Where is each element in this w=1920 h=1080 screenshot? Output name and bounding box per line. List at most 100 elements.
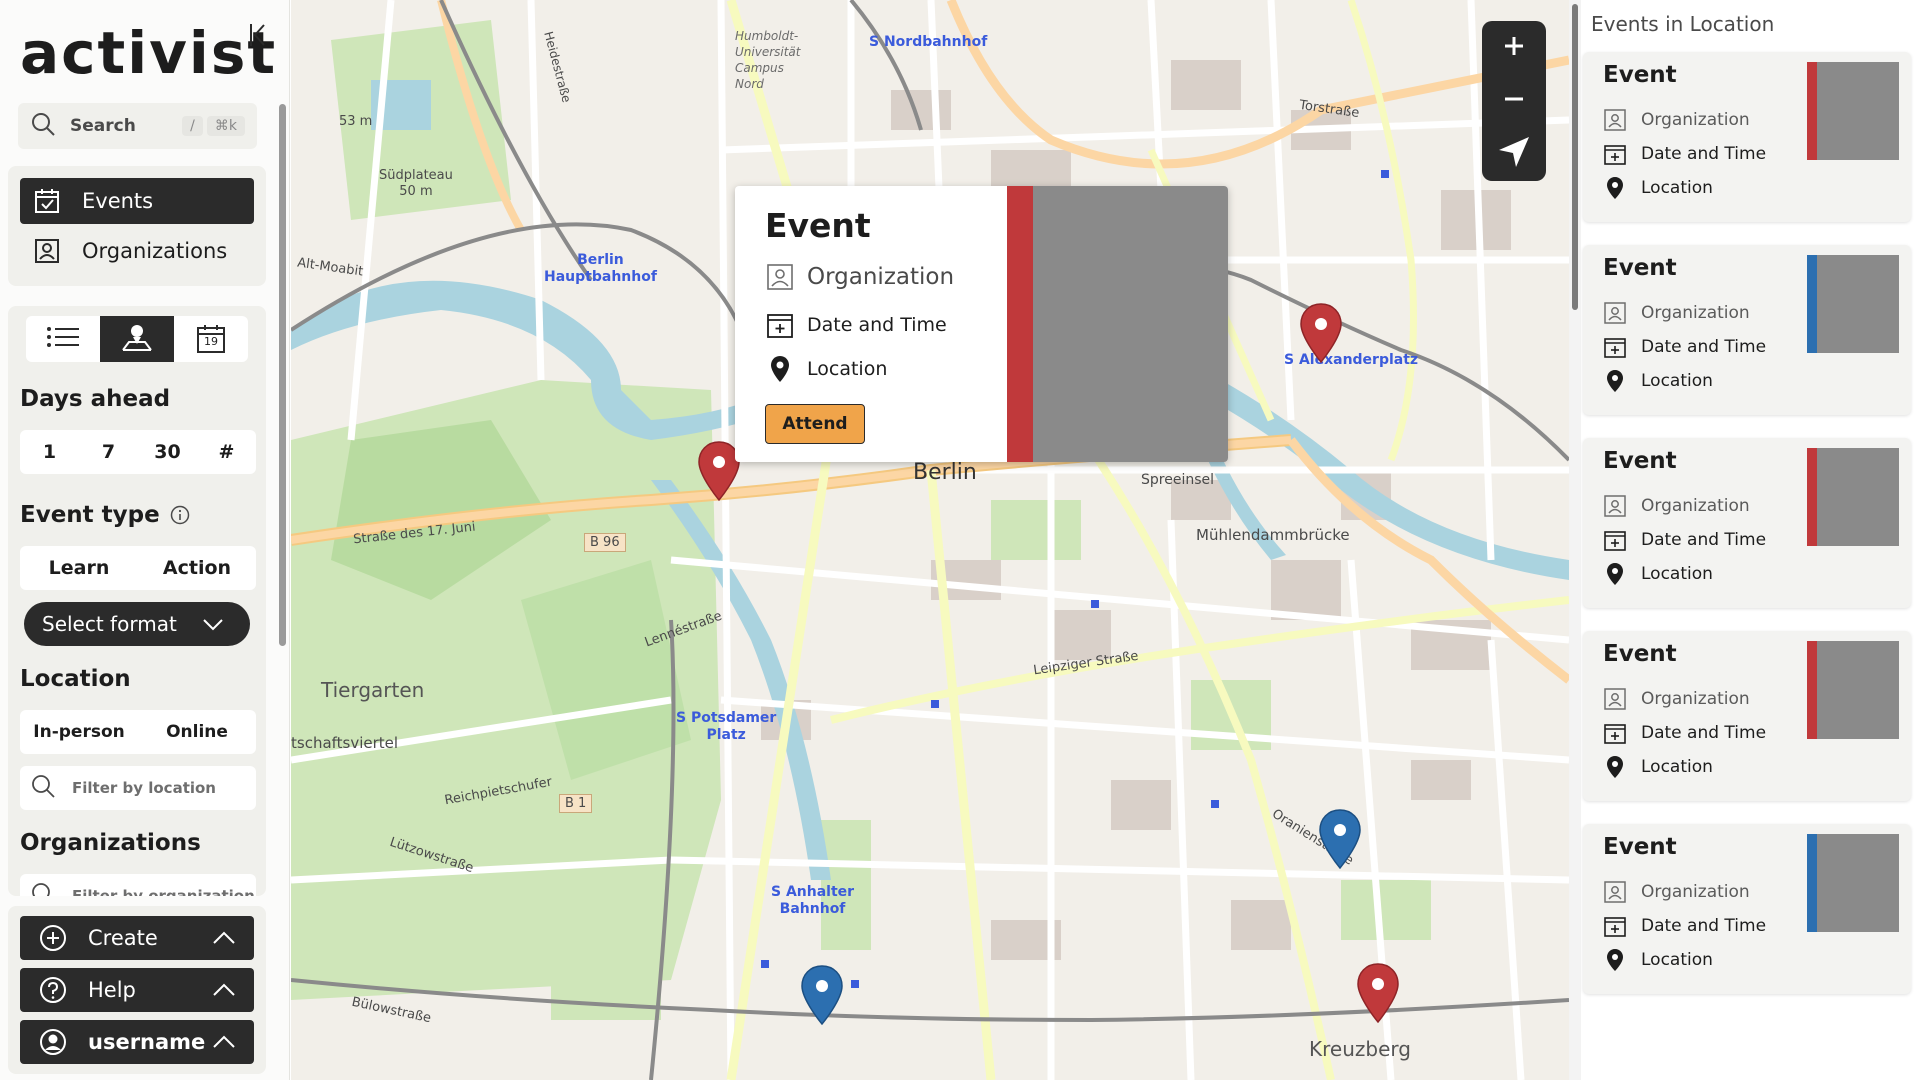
event-card-organization[interactable]: Organization (1603, 301, 1750, 325)
event-card-accent-bar (1807, 62, 1817, 160)
event-card-organization[interactable]: Organization (1603, 880, 1750, 904)
sidebar-scrollbar[interactable] (279, 104, 286, 646)
locate-me-button[interactable] (1482, 127, 1546, 180)
event-pin-red[interactable] (1298, 302, 1344, 364)
calendar-check-icon (32, 186, 62, 216)
info-icon[interactable] (170, 505, 190, 525)
event-card-title[interactable]: Event (1603, 834, 1677, 860)
map-view[interactable]: S Nordbahnhof Humboldt- Universität Camp… (291, 0, 1569, 1080)
event-card-date-time: Date and Time (1603, 142, 1766, 166)
popup-organization-label: Organization (807, 264, 955, 290)
map-view-button[interactable] (100, 316, 174, 362)
event-card-title[interactable]: Event (1603, 641, 1677, 667)
popup-date-time-label: Date and Time (807, 314, 947, 336)
attend-button[interactable]: Attend (765, 404, 865, 444)
organization-icon (1603, 108, 1627, 132)
event-card-image[interactable] (1817, 255, 1899, 353)
location-filter-input[interactable]: Filter by location (20, 766, 256, 810)
event-card-accent-bar (1807, 448, 1817, 546)
chevron-up-icon (212, 980, 236, 1005)
organization-icon (1603, 880, 1627, 904)
select-format-dropdown[interactable]: Select format (24, 602, 250, 646)
view-mode-toggle: 19 (26, 316, 248, 362)
event-card-title[interactable]: Event (1603, 62, 1677, 88)
event-card-date-time-label: Date and Time (1641, 144, 1767, 164)
event-card-image[interactable] (1817, 62, 1899, 160)
navigation-arrow-icon (1497, 135, 1531, 173)
event-card-image[interactable] (1817, 641, 1899, 739)
event-card[interactable]: Event Organization Date and Time Locatio… (1583, 438, 1911, 608)
road-shield-b96: B 96 (584, 533, 626, 552)
collapse-sidebar-icon[interactable] (244, 18, 272, 52)
event-card-date-time-label: Date and Time (1641, 337, 1767, 357)
event-type-learn[interactable]: Learn (20, 546, 138, 590)
minus-icon (1503, 88, 1525, 114)
help-button[interactable]: Help (20, 968, 254, 1012)
calendar-view-button[interactable]: 19 (174, 316, 248, 362)
event-card-title[interactable]: Event (1603, 448, 1677, 474)
event-pin-blue[interactable] (799, 964, 845, 1026)
calendar-plus-icon (1603, 721, 1627, 745)
list-view-button[interactable] (26, 316, 100, 362)
event-type-action[interactable]: Action (138, 546, 256, 590)
map-label-anhalter: S Anhalter Bahnhof (771, 884, 855, 917)
user-menu-button[interactable]: username (20, 1020, 254, 1064)
map-marker-icon (1357, 963, 1399, 1024)
event-card-date-time: Date and Time (1603, 335, 1766, 359)
event-card-organization[interactable]: Organization (1603, 687, 1750, 711)
list-icon (46, 325, 80, 353)
sidebar-item-events[interactable]: Events (20, 178, 254, 224)
location-in-person[interactable]: In-person (20, 710, 138, 754)
calendar-plus-icon (765, 310, 795, 340)
popup-event-image[interactable] (1033, 186, 1228, 462)
organization-filter-input[interactable]: Filter by organization (20, 874, 256, 896)
event-card[interactable]: Event Organization Date and Time Locatio… (1583, 52, 1911, 222)
map-label-spreeinsel: Spreeinsel (1141, 472, 1215, 488)
map-scrollbar[interactable] (1569, 0, 1581, 1080)
create-button[interactable]: Create (20, 916, 254, 960)
days-ahead-option[interactable]: 1 (20, 430, 79, 474)
event-card-location: Location (1603, 369, 1713, 393)
search-icon (30, 881, 56, 896)
zoom-in-button[interactable] (1482, 21, 1546, 74)
event-type-options: Learn Action (20, 546, 256, 590)
days-ahead-option[interactable]: 7 (79, 430, 138, 474)
scrollbar-thumb[interactable] (1572, 4, 1578, 310)
popup-location-label: Location (807, 358, 888, 380)
event-card[interactable]: Event Organization Date and Time Locatio… (1583, 245, 1911, 415)
sidebar-item-organizations[interactable]: Organizations (20, 228, 254, 274)
event-card-title[interactable]: Event (1603, 255, 1677, 281)
event-card[interactable]: Event Organization Date and Time Locatio… (1583, 824, 1911, 994)
help-circle-icon (38, 975, 68, 1005)
calendar-plus-icon (1603, 335, 1627, 359)
map-label-53m: 53 m (339, 114, 373, 129)
popup-event-title[interactable]: Event (765, 206, 871, 245)
shortcut-slash: / (182, 116, 203, 136)
event-card-accent-bar (1807, 255, 1817, 353)
event-card-image[interactable] (1817, 834, 1899, 932)
location-online[interactable]: Online (138, 710, 256, 754)
event-pin-blue[interactable] (1317, 808, 1363, 870)
popup-location: Location (765, 354, 887, 384)
event-card-organization-label: Organization (1641, 110, 1750, 130)
days-ahead-option[interactable]: # (197, 430, 256, 474)
filter-panel: 19 Days ahead 1 7 30 # Event type Learn … (8, 306, 266, 896)
calendar-plus-icon (1603, 142, 1627, 166)
map-label-kreuzberg: Kreuzberg (1309, 1037, 1411, 1061)
user-avatar-icon (38, 1027, 68, 1057)
event-card-organization[interactable]: Organization (1603, 494, 1750, 518)
sidebar-item-label: Organizations (82, 239, 228, 263)
zoom-out-button[interactable] (1482, 74, 1546, 127)
event-card-date-time: Date and Time (1603, 721, 1766, 745)
event-card-image[interactable] (1817, 448, 1899, 546)
event-card-organization[interactable]: Organization (1603, 108, 1750, 132)
event-popup[interactable]: Event Organization Date and Time Locatio… (735, 186, 1228, 462)
event-card-date-time-label: Date and Time (1641, 530, 1767, 550)
organizations-title: Organizations (20, 830, 201, 856)
popup-organization[interactable]: Organization (765, 262, 954, 292)
days-ahead-option[interactable]: 30 (138, 430, 197, 474)
search-button[interactable]: Search / ⌘k (18, 103, 257, 149)
event-card[interactable]: Event Organization Date and Time Locatio… (1583, 631, 1911, 801)
event-pin-red[interactable] (1355, 962, 1401, 1024)
main-nav: Events Organizations (8, 166, 266, 286)
